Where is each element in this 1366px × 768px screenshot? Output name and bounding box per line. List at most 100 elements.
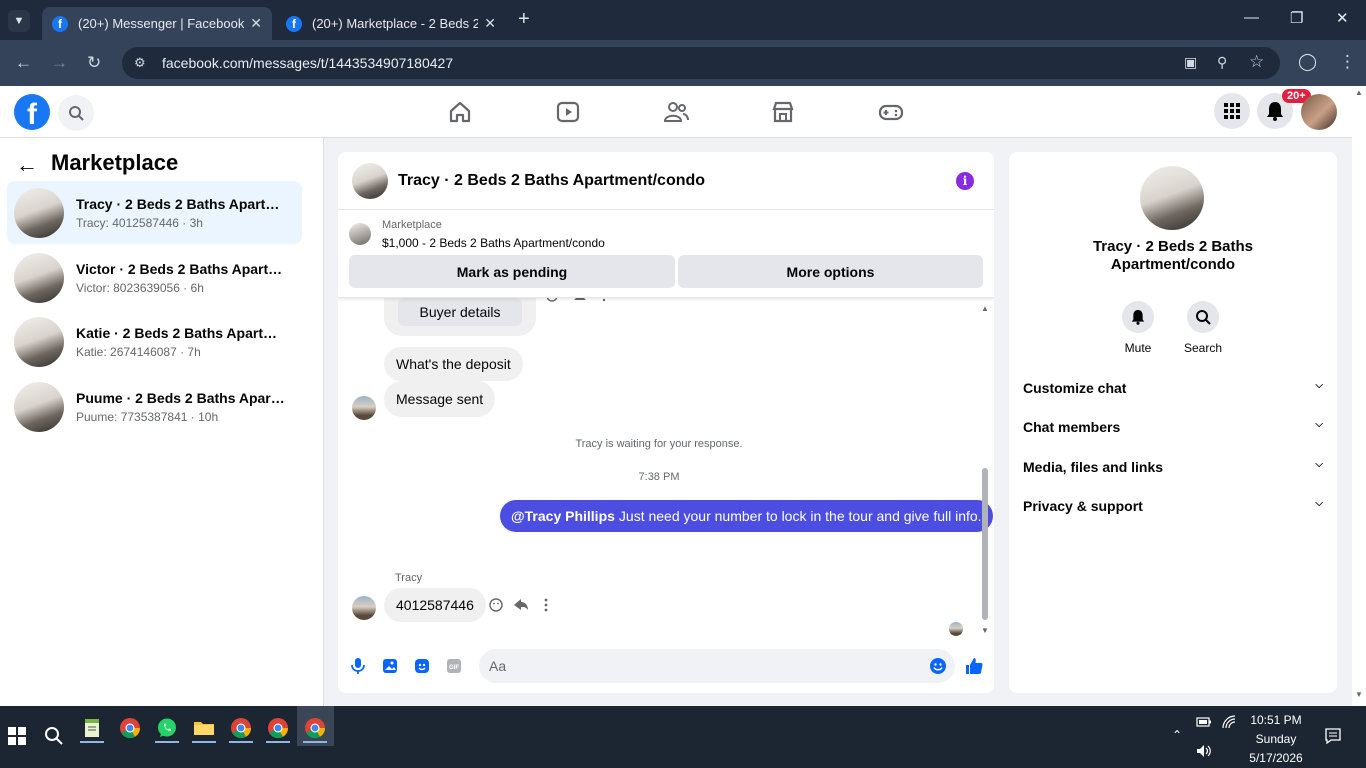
chat-details-panel: Tracy · 2 Beds 2 Baths Apartment/condo M… <box>1009 152 1337 693</box>
windows-start-icon[interactable] <box>7 726 27 746</box>
close-tab-icon[interactable]: ✕ <box>250 15 262 32</box>
bell-icon <box>1122 301 1154 333</box>
listing-thumbnail <box>14 316 64 367</box>
system-clock[interactable]: 10:51 PM Sunday 5/17/2026 <box>1240 711 1312 768</box>
mute-action[interactable]: Mute <box>1108 301 1168 355</box>
gif-icon[interactable]: GIF <box>445 657 463 675</box>
emoji-icon[interactable] <box>929 657 947 675</box>
conversation-name: Puume · 2 Beds 2 Baths Apartm... <box>76 389 288 406</box>
privacy-support-section[interactable]: Privacy & support ⌵ <box>1023 498 1323 514</box>
sticker-icon[interactable] <box>413 657 431 675</box>
message-scrollbar[interactable]: ▲ ▼ <box>981 304 989 635</box>
chrome-icon[interactable] <box>118 716 142 740</box>
zoom-icon[interactable]: ⚲ <box>1217 54 1227 71</box>
marketplace-icon[interactable] <box>769 98 797 126</box>
network-icon[interactable] <box>1221 715 1237 729</box>
message-actions[interactable] <box>546 298 616 306</box>
file-explorer-icon[interactable] <box>192 716 216 740</box>
panel-title: Marketplace <box>51 150 179 175</box>
clock-time: 10:51 PM <box>1250 713 1302 727</box>
sender-avatar[interactable] <box>352 596 376 620</box>
search-icon[interactable] <box>44 726 64 746</box>
profile-icon[interactable]: ◯ <box>1298 52 1317 72</box>
close-window-button[interactable]: ✕ <box>1336 9 1349 27</box>
menu-grid-button[interactable] <box>1214 93 1250 129</box>
listing-thumbnail <box>14 252 64 303</box>
whatsapp-icon[interactable] <box>155 716 179 740</box>
running-indicator <box>192 741 216 743</box>
chat-avatar[interactable] <box>352 162 388 199</box>
seen-avatar <box>949 622 963 636</box>
conversation-name: Katie · 2 Beds 2 Baths Apartmen... <box>76 324 288 341</box>
home-icon[interactable] <box>446 98 474 126</box>
mark-as-pending-button[interactable]: Mark as pending <box>349 255 675 288</box>
conversation-name: Tracy · 2 Beds 2 Baths Apartmen... <box>76 195 288 212</box>
volume-icon[interactable] <box>1196 744 1212 758</box>
section-label: Media, files and links <box>1023 459 1164 475</box>
sender-label: Tracy <box>395 572 423 584</box>
message-input[interactable]: Aa <box>479 649 955 683</box>
tab-search-dropdown-icon[interactable]: ▼ <box>8 10 30 32</box>
gaming-icon[interactable] <box>877 98 905 126</box>
site-settings-icon[interactable]: ⚙ <box>134 55 150 71</box>
conversation-item[interactable]: Victor · 2 Beds 2 Baths Apartme... Victo… <box>7 246 302 309</box>
like-thumb-icon[interactable] <box>964 656 984 676</box>
battery-icon[interactable] <box>1196 716 1212 728</box>
browser-menu-icon[interactable]: ⋮ <box>1339 52 1356 72</box>
mention[interactable]: @Tracy Phillips <box>511 508 615 524</box>
scrollbar-thumb[interactable] <box>982 468 988 620</box>
bookmark-star-icon[interactable]: ☆ <box>1249 52 1264 72</box>
facebook-favicon-icon: f <box>286 15 302 32</box>
restore-window-button[interactable]: ❐ <box>1290 9 1303 27</box>
search-icon <box>1187 301 1219 333</box>
search-action[interactable]: Search <box>1173 301 1233 355</box>
chrome-icon[interactable] <box>266 716 290 740</box>
tab-messenger[interactable]: f (20+) Messenger | Facebook ✕ <box>42 7 272 40</box>
tab-title: (20+) Marketplace - 2 Beds 2 Ba <box>312 16 479 31</box>
video-icon[interactable] <box>554 98 582 126</box>
buyer-details-button[interactable]: Buyer details <box>397 298 523 326</box>
conversation-item[interactable]: Katie · 2 Beds 2 Baths Apartmen... Katie… <box>7 310 302 373</box>
notepad-icon[interactable] <box>80 716 104 740</box>
friends-icon[interactable] <box>662 98 690 126</box>
conversation-item[interactable]: Tracy · 2 Beds 2 Baths Apartmen... Tracy… <box>7 181 302 244</box>
chat-window: Tracy · 2 Beds 2 Baths Apartment/condo i… <box>338 152 994 693</box>
install-app-icon[interactable]: ▣ <box>1184 54 1197 71</box>
chat-title[interactable]: Tracy · 2 Beds 2 Baths Apartment/condo <box>398 172 705 190</box>
search-button[interactable] <box>58 95 94 131</box>
grid-icon <box>1224 103 1240 119</box>
address-bar[interactable]: ⚙ facebook.com/messages/t/14435349071804… <box>122 47 1280 79</box>
message-reaction-actions[interactable] <box>488 597 550 613</box>
forward-arrow-icon[interactable]: → <box>51 53 68 73</box>
sender-avatar[interactable] <box>352 396 376 420</box>
listing-price-title[interactable]: $1,000 - 2 Beds 2 Baths Apartment/condo <box>382 236 605 250</box>
message-list: Buyer details What's the deposit Message… <box>338 298 994 645</box>
marketplace-listing-bar: Marketplace $1,000 - 2 Beds 2 Baths Apar… <box>338 210 994 298</box>
chrome-icon[interactable] <box>229 716 253 740</box>
chat-header: Tracy · 2 Beds 2 Baths Apartment/condo i <box>338 152 994 210</box>
reload-icon[interactable]: ↻ <box>87 53 101 73</box>
media-files-links-section[interactable]: Media, files and links ⌵ <box>1023 459 1323 475</box>
photo-icon[interactable] <box>381 657 399 675</box>
tab-marketplace[interactable]: f (20+) Marketplace - 2 Beds 2 Ba ✕ <box>276 7 506 40</box>
chat-members-section[interactable]: Chat members ⌵ <box>1023 419 1323 435</box>
chevron-down-icon: ⌵ <box>1315 459 1323 470</box>
back-arrow-icon[interactable]: ← <box>15 53 32 73</box>
back-arrow-icon[interactable]: ← <box>16 152 38 178</box>
chrome-icon[interactable] <box>303 716 327 740</box>
minimize-window-button[interactable]: — <box>1244 9 1259 26</box>
show-hidden-icons-chevron-icon[interactable]: ⌃ <box>1172 728 1182 742</box>
listing-photo[interactable] <box>1140 166 1204 230</box>
facebook-logo-icon[interactable]: f <box>14 94 50 130</box>
account-avatar[interactable] <box>1301 94 1337 130</box>
close-tab-icon[interactable]: ✕ <box>484 15 496 32</box>
new-tab-button[interactable]: + <box>518 8 530 31</box>
mute-label: Mute <box>1124 341 1152 355</box>
more-options-button[interactable]: More options <box>678 255 983 288</box>
conversation-item[interactable]: Puume · 2 Beds 2 Baths Apartm... Puume: … <box>7 375 302 438</box>
info-icon[interactable]: i <box>956 172 974 190</box>
customize-chat-section[interactable]: Customize chat ⌵ <box>1023 380 1323 396</box>
action-center-icon[interactable] <box>1325 728 1341 744</box>
page-scrollbar[interactable]: ▲ ▼ <box>1352 86 1366 706</box>
microphone-icon[interactable] <box>349 657 367 675</box>
